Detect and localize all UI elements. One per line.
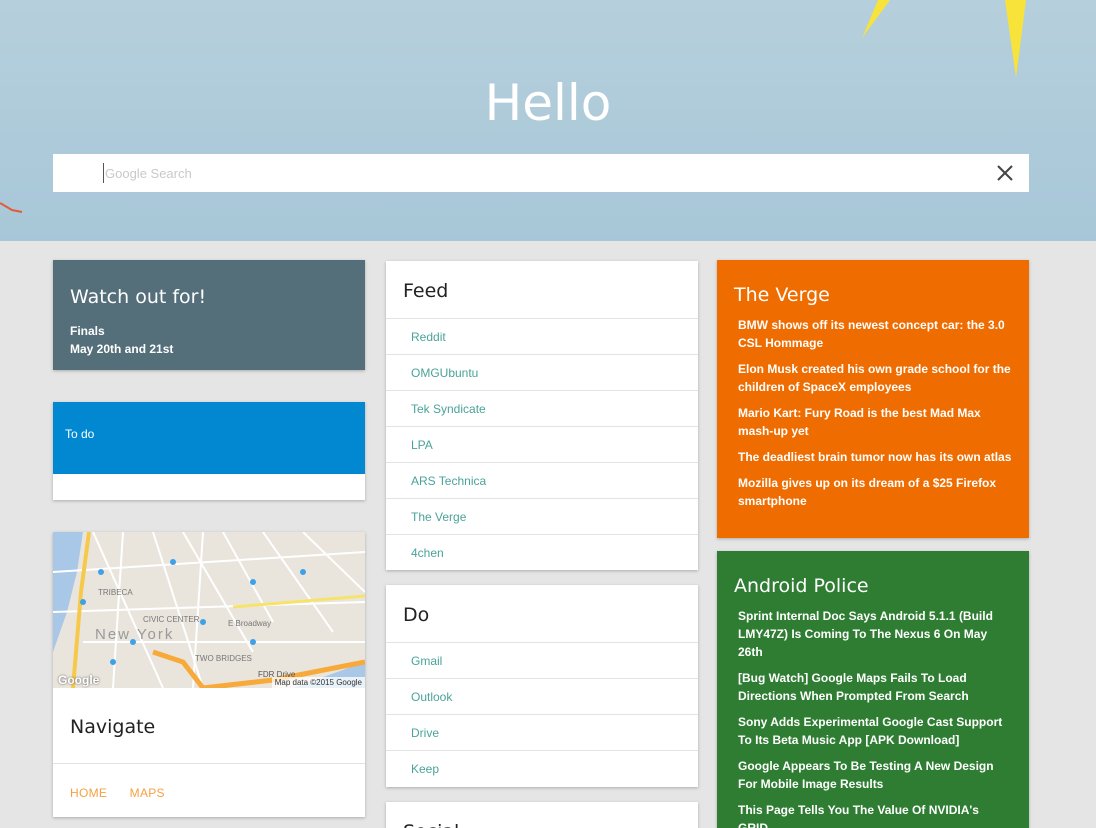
watch-event-name: Finals [70,324,105,338]
do-title: Do [386,585,698,643]
police-list: Sprint Internal Doc Says Android 5.1.1 (… [734,607,1012,828]
todo-label: To do [53,402,365,474]
police-headline[interactable]: Sprint Internal Doc Says Android 5.1.1 (… [738,607,1012,661]
map-preview[interactable]: TRIBECA CIVIC CENTER New York TWO BRIDGE… [53,532,365,688]
watch-event: Finals May 20th and 21st [70,322,348,358]
search-input[interactable] [103,163,983,183]
map-label-two-bridges: TWO BRIDGES [195,654,252,663]
watch-title: Watch out for! [70,286,207,308]
close-icon[interactable] [995,163,1015,183]
police-headline[interactable]: This Page Tells You The Value Of NVIDIA'… [738,801,1012,828]
map-google-logo: Google [58,673,100,687]
feed-link-tek-syndicate[interactable]: Tek Syndicate [386,391,698,427]
feed-link-lpa[interactable]: LPA [386,427,698,463]
verge-headline[interactable]: Mozilla gives up on its dream of a $25 F… [738,474,1012,510]
watch-out-card: Watch out for! Finals May 20th and 21st [53,260,365,370]
todo-card[interactable]: To do [53,402,365,500]
watch-event-date: May 20th and 21st [70,342,174,356]
search-bar [53,154,1029,192]
do-link-keep[interactable]: Keep [386,751,698,787]
police-headline[interactable]: Sony Adds Experimental Google Cast Suppo… [738,713,1012,749]
police-title: Android Police [734,575,869,597]
do-link-gmail[interactable]: Gmail [386,643,698,679]
verge-card: The Verge BMW shows off its newest conce… [717,260,1029,538]
page-title: Hello [484,74,612,132]
feed-link-4chen[interactable]: 4chen [386,535,698,570]
social-title: Social [386,802,698,828]
verge-headline[interactable]: Mario Kart: Fury Road is the best Mad Ma… [738,404,1012,440]
map-label-civic: CIVIC CENTER [143,615,200,624]
feed-link-omgubuntu[interactable]: OMGUbuntu [386,355,698,391]
social-card: Social [386,802,698,828]
navigate-card: TRIBECA CIVIC CENTER New York TWO BRIDGE… [53,532,365,817]
verge-headline[interactable]: BMW shows off its newest concept car: th… [738,316,1012,352]
verge-headline[interactable]: Elon Musk created his own grade school f… [738,360,1012,396]
do-card: Do Gmail Outlook Drive Keep [386,585,698,787]
home-link[interactable]: HOME [70,786,107,800]
navigate-title: Navigate [53,688,365,764]
android-police-card: Android Police Sprint Internal Doc Says … [717,551,1029,828]
maps-link[interactable]: MAPS [130,786,165,800]
verge-headline[interactable]: The deadliest brain tumor now has its ow… [738,448,1012,466]
police-headline[interactable]: Google Appears To Be Testing A New Desig… [738,757,1012,793]
map-label-tribeca: TRIBECA [98,588,133,597]
verge-title: The Verge [734,284,830,306]
header-banner: Hello [0,0,1096,241]
map-attribution: Map data ©2015 Google [271,677,365,688]
feed-card: Feed Reddit OMGUbuntu Tek Syndicate LPA … [386,261,698,570]
map-label-broadway: E Broadway [228,619,271,628]
map-graphic: TRIBECA CIVIC CENTER New York TWO BRIDGE… [53,532,365,688]
navigate-actions: HOME MAPS [53,764,365,817]
feed-link-the-verge[interactable]: The Verge [386,499,698,535]
feed-link-ars-technica[interactable]: ARS Technica [386,463,698,499]
do-link-drive[interactable]: Drive [386,715,698,751]
do-link-outlook[interactable]: Outlook [386,679,698,715]
feed-title: Feed [386,261,698,319]
police-headline[interactable]: [Bug Watch] Google Maps Fails To Load Di… [738,669,1012,705]
map-label-new-york: New York [95,626,174,643]
verge-list: BMW shows off its newest concept car: th… [734,316,1012,510]
feed-link-reddit[interactable]: Reddit [386,319,698,355]
